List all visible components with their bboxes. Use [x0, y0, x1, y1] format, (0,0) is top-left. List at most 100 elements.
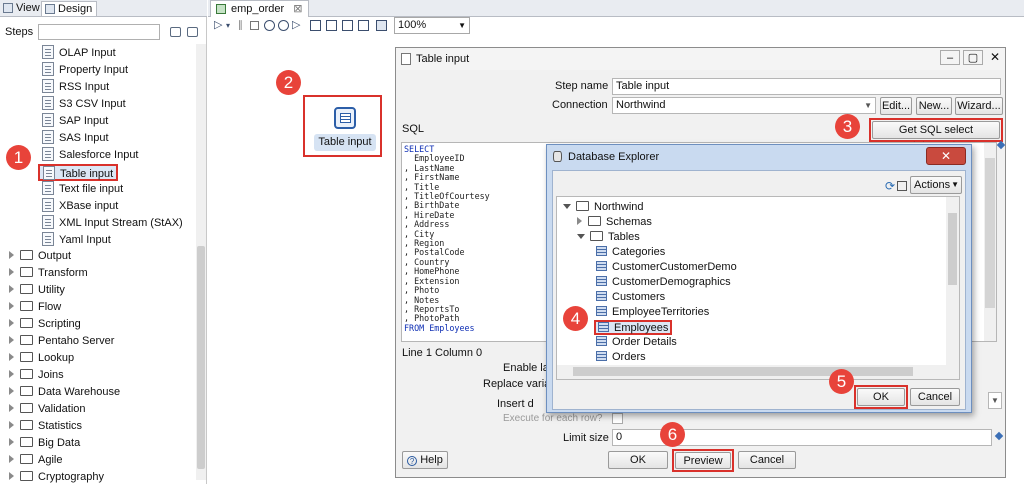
expand-arrow-icon[interactable]: [9, 353, 14, 361]
maximize-button[interactable]: ▢: [963, 50, 983, 65]
help-button[interactable]: ? Help: [402, 451, 448, 469]
actions-button[interactable]: Actions ▼: [910, 176, 962, 194]
db-vertical-thumb[interactable]: [948, 213, 957, 285]
insert-data-dropdown[interactable]: ▼: [988, 392, 1002, 409]
step-item[interactable]: Yaml Input: [42, 232, 111, 249]
db-vertical-scrollbar[interactable]: [946, 197, 959, 365]
expand-arrow-icon[interactable]: [9, 302, 14, 310]
db-node-northwind[interactable]: Northwind: [563, 200, 644, 215]
new-connection-button[interactable]: New...: [916, 97, 952, 115]
db-cancel-button[interactable]: Cancel: [910, 388, 960, 406]
run-icon[interactable]: ▷: [214, 20, 225, 31]
close-button[interactable]: ✕: [926, 147, 966, 165]
category-item[interactable]: Lookup: [9, 350, 74, 367]
step-item[interactable]: SAS Input: [42, 130, 109, 147]
get-sql-button[interactable]: Get SQL select statement...: [872, 121, 1000, 152]
category-item[interactable]: Big Data: [9, 435, 80, 452]
collapse-all-icon[interactable]: [187, 27, 198, 37]
db-ok-button[interactable]: OK: [857, 388, 905, 406]
tab-design[interactable]: Design: [41, 1, 98, 16]
close-button[interactable]: ✕: [986, 50, 1004, 65]
run-dropdown-icon[interactable]: ▾: [226, 20, 237, 31]
category-item[interactable]: Utility: [9, 282, 65, 299]
expand-arrow-icon[interactable]: [577, 217, 582, 225]
steps-scrollbar-thumb[interactable]: [197, 246, 205, 469]
close-tab-icon[interactable]: ⊠: [293, 3, 302, 15]
expand-arrow-icon[interactable]: [9, 285, 14, 293]
db-node-schemas[interactable]: Schemas: [577, 215, 652, 230]
expand-arrow-icon[interactable]: [9, 404, 14, 412]
expand-arrow-icon[interactable]: [9, 421, 14, 429]
db-horizontal-scrollbar[interactable]: [557, 365, 959, 379]
replay-icon[interactable]: ▷: [292, 20, 303, 31]
explore-db-icon[interactable]: [358, 20, 369, 31]
expand-arrow-icon[interactable]: [9, 387, 14, 395]
debug-icon[interactable]: [278, 20, 289, 31]
category-item[interactable]: Joins: [9, 367, 64, 384]
category-item[interactable]: Output: [9, 248, 71, 265]
expand-arrow-icon[interactable]: [9, 438, 14, 446]
expand-arrow-icon[interactable]: [9, 319, 14, 327]
db-table-item[interactable]: Order Details: [596, 335, 677, 350]
expand-all-icon[interactable]: [170, 27, 181, 37]
expand-arrow-icon[interactable]: [9, 336, 14, 344]
expand-arrow-icon[interactable]: [9, 268, 14, 276]
pause-icon[interactable]: ∥: [238, 20, 249, 31]
align-icon[interactable]: [376, 20, 387, 31]
step-item[interactable]: RSS Input: [42, 79, 109, 96]
preview-button[interactable]: Preview: [675, 452, 731, 469]
collapse-arrow-icon[interactable]: [563, 204, 571, 209]
step-item[interactable]: Property Input: [42, 62, 128, 79]
refresh-icon[interactable]: ⟳: [885, 179, 895, 193]
step-item-selected[interactable]: Table input: [38, 164, 119, 181]
table-input-step-icon[interactable]: [334, 107, 356, 129]
db-table-item[interactable]: Orders: [596, 350, 646, 365]
verify-icon[interactable]: [310, 20, 321, 31]
connection-icon[interactable]: [897, 181, 907, 191]
stop-icon[interactable]: [250, 21, 259, 30]
tab-emp-order[interactable]: emp_order ⊠: [210, 0, 310, 17]
step-item[interactable]: XBase input: [42, 198, 118, 215]
category-item[interactable]: Validation: [9, 401, 86, 418]
category-item[interactable]: Flow: [9, 299, 61, 316]
db-horizontal-thumb[interactable]: [573, 367, 913, 376]
expand-arrow-icon[interactable]: [9, 251, 14, 259]
sql-scrollbar[interactable]: [984, 143, 996, 341]
category-item[interactable]: Pentaho Server: [9, 333, 114, 350]
zoom-select[interactable]: 100% ▼: [394, 17, 470, 34]
db-table-item[interactable]: Categories: [596, 245, 665, 260]
category-item[interactable]: Transform: [9, 265, 88, 282]
execute-each-row-checkbox[interactable]: [612, 413, 623, 424]
impact-icon[interactable]: [326, 20, 337, 31]
preview-icon[interactable]: [264, 20, 275, 31]
category-item[interactable]: Agile: [9, 452, 62, 469]
ok-button[interactable]: OK: [608, 451, 668, 469]
db-table-item[interactable]: CustomerCustomerDemo: [596, 260, 737, 275]
db-table-item[interactable]: EmployeeTerritories: [596, 305, 709, 320]
step-item[interactable]: Salesforce Input: [42, 147, 139, 164]
steps-scrollbar-track[interactable]: [196, 44, 206, 480]
sql-scrollbar-thumb[interactable]: [985, 158, 995, 308]
steps-search-input[interactable]: [38, 24, 160, 40]
step-item[interactable]: Text file input: [42, 181, 123, 198]
category-item[interactable]: Cryptography: [9, 469, 104, 486]
step-item[interactable]: OLAP Input: [42, 45, 116, 62]
step-item[interactable]: S3 CSV Input: [42, 96, 126, 113]
db-table-item[interactable]: CustomerDemographics: [596, 275, 731, 290]
category-item[interactable]: Data Warehouse: [9, 384, 120, 401]
db-table-item[interactable]: Employees: [594, 320, 673, 335]
cancel-button[interactable]: Cancel: [738, 451, 796, 469]
step-item[interactable]: XML Input Stream (StAX): [42, 215, 183, 232]
sql-icon[interactable]: [342, 20, 353, 31]
minimize-button[interactable]: –: [940, 50, 960, 65]
edit-connection-button[interactable]: Edit...: [880, 97, 912, 115]
connection-select[interactable]: Northwind ▼: [612, 97, 876, 114]
expand-arrow-icon[interactable]: [9, 472, 14, 480]
tab-view[interactable]: View: [0, 1, 44, 16]
wizard-button[interactable]: Wizard...: [955, 97, 1003, 115]
category-item[interactable]: Statistics: [9, 418, 82, 435]
expand-arrow-icon[interactable]: [9, 455, 14, 463]
table-input-step-label[interactable]: Table input: [314, 134, 376, 151]
collapse-arrow-icon[interactable]: [577, 234, 585, 239]
step-item[interactable]: SAP Input: [42, 113, 108, 130]
